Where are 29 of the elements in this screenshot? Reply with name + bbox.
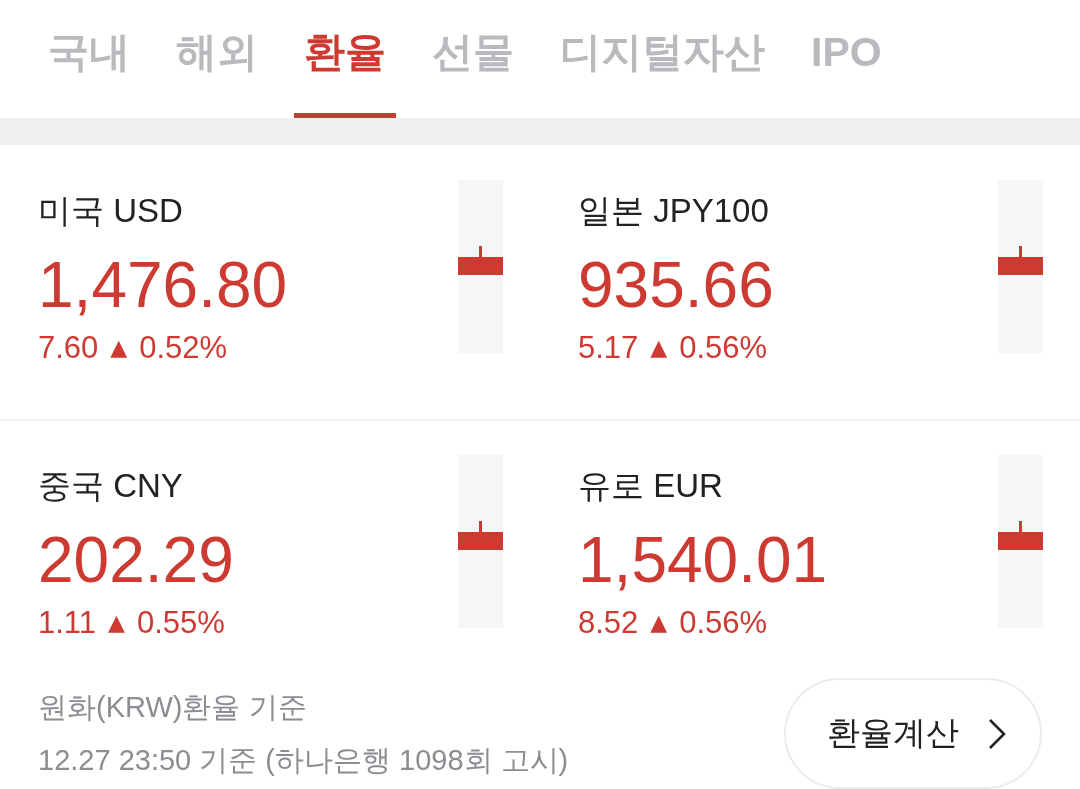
change-arrow: ▲ [108, 609, 125, 637]
exchange-calculator-button[interactable]: 환율계산 [784, 678, 1042, 789]
market-tab[interactable]: 선물 [422, 0, 524, 118]
chevron-right-icon [987, 717, 1007, 750]
change-amount: 8.52 [578, 604, 639, 642]
currency-name: 일본 JPY100 [578, 191, 769, 231]
change-percent: 0.56% [679, 329, 768, 367]
market-tab[interactable]: 해외 [166, 0, 268, 118]
exchange-rate: 202.29 [38, 525, 234, 595]
rate-basis-note: 원화(KRW)환율 기준 [38, 690, 307, 725]
change-percent: 0.55% [136, 604, 225, 642]
change-amount: 1.11 [38, 604, 97, 642]
currency-name: 미국 USD [38, 191, 183, 231]
change-arrow: ▲ [650, 334, 668, 362]
change-arrow: ▲ [650, 609, 668, 637]
exchange-rate: 935.66 [578, 250, 774, 320]
change-arrow: ▲ [110, 334, 128, 362]
exchange-rate: 1,540.01 [578, 525, 828, 595]
update-time-note: 12.27 23:50 기준 (하나은행 1098회 고시) [38, 743, 569, 778]
change-percent: 0.56% [679, 604, 768, 642]
market-tab[interactable]: 국내 [38, 0, 140, 118]
change-amount: 7.60 [38, 329, 99, 367]
change-percent: 0.52% [139, 329, 228, 367]
market-tab[interactable]: IPO [801, 0, 892, 118]
market-tab[interactable]: 디지털자산 [550, 0, 775, 118]
currency-name: 유로 EUR [578, 466, 723, 506]
exchange-rate: 1,476.80 [38, 250, 288, 320]
currency-name: 중국 CNY [38, 466, 183, 506]
change-amount: 5.17 [578, 329, 639, 367]
